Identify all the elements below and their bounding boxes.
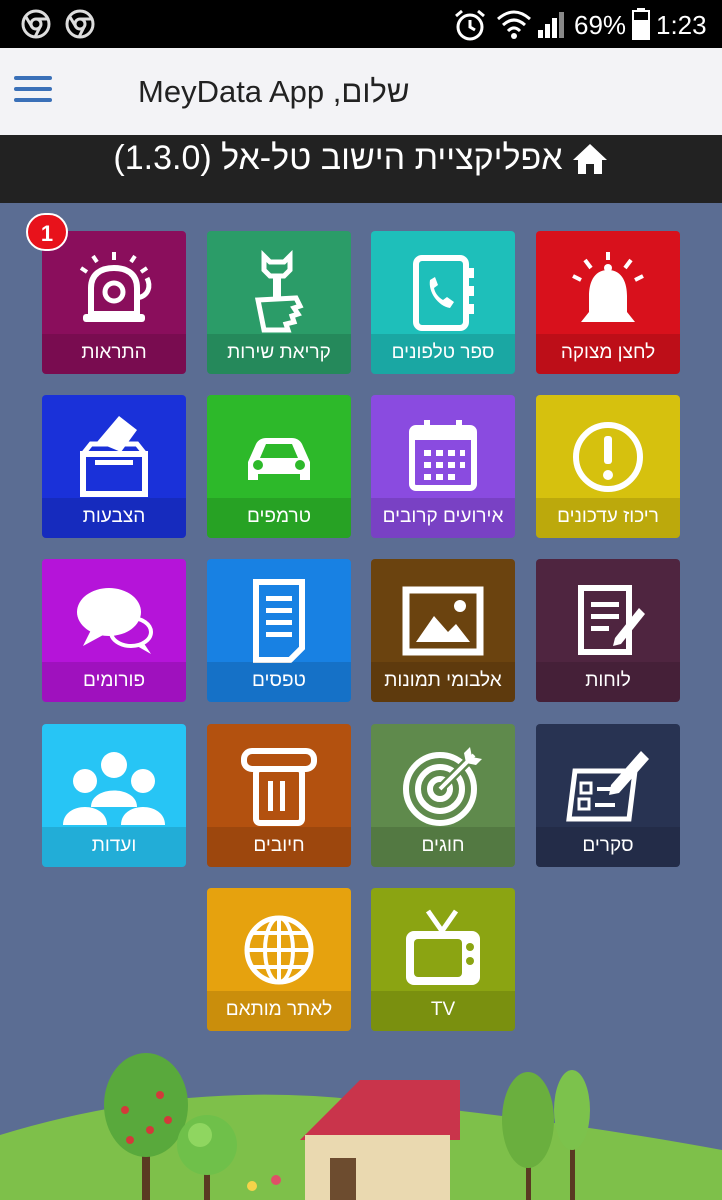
tile-label: ספר טלפונים [371, 334, 515, 374]
alarm-clock-icon [455, 9, 485, 41]
speech-bubbles-icon [77, 588, 153, 654]
app-bar: שלום, MeyData App [0, 48, 722, 135]
settlement-header: אפליקציית הישוב טל-אל (1.3.0) [0, 135, 722, 203]
tile-boards[interactable]: לוחות [536, 559, 680, 702]
globe-icon [244, 915, 314, 985]
calendar-icon [409, 420, 477, 491]
home-icon [572, 143, 607, 174]
tile-label: לאתר מותאם [207, 991, 351, 1031]
notepad-icon [578, 585, 645, 655]
page-title: אפליקציית הישוב טל-אל (1.3.0) [113, 139, 563, 177]
survey-icon [566, 751, 649, 822]
tile-rides[interactable]: טרמפים [207, 395, 351, 538]
phonebook-icon [413, 255, 474, 331]
tile-label: ועדות [42, 827, 186, 867]
wrench-hand-icon [254, 249, 304, 333]
picture-icon [402, 586, 484, 656]
ballot-box-icon [80, 416, 148, 497]
tile-label: ריכוז עדכונים [536, 498, 680, 538]
tile-label: TV [371, 991, 515, 1031]
tile-label: הצבעות [42, 498, 186, 538]
tile-forums[interactable]: פורומים [42, 559, 186, 702]
tile-surveys[interactable]: סקרים [536, 724, 680, 867]
tile-photo-albums[interactable]: אלבומי תמונות [371, 559, 515, 702]
document-icon [253, 579, 305, 663]
tile-label: קריאת שירות [207, 334, 351, 374]
tile-forms[interactable]: טפסים [207, 559, 351, 702]
tile-panic-button[interactable]: לחצן מצוקה [536, 231, 680, 374]
chrome-icon [21, 9, 51, 39]
tv-icon [406, 909, 480, 985]
tile-phonebook[interactable]: ספר טלפונים [371, 231, 515, 374]
tile-clubs[interactable]: חוגים [371, 724, 515, 867]
tile-label: אלבומי תמונות [371, 662, 515, 702]
tile-label: לחצן מצוקה [536, 334, 680, 374]
alarm-bell-icon [572, 252, 644, 322]
tile-label: חוגים [371, 827, 515, 867]
tile-custom-site[interactable]: לאתר מותאם [207, 888, 351, 1031]
signal-icon [538, 12, 564, 38]
school-bell-icon [79, 252, 152, 322]
receipt-icon [241, 748, 317, 826]
app-title: שלום, MeyData App [138, 74, 410, 109]
tile-tv[interactable]: TV [371, 888, 515, 1031]
car-icon [248, 438, 310, 480]
tile-charges[interactable]: חיובים [207, 724, 351, 867]
tile-upcoming-events[interactable]: אירועים קרובים [371, 395, 515, 538]
battery-level: 69% [574, 10, 627, 40]
target-icon [403, 747, 482, 826]
status-bar: 69% 1:23 [0, 0, 722, 48]
hamburger-menu-icon[interactable] [14, 76, 52, 106]
tile-label: טרמפים [207, 498, 351, 538]
tile-votes[interactable]: הצבעות [42, 395, 186, 538]
clock: 1:23 [656, 10, 707, 40]
tile-service-call[interactable]: קריאת שירות [207, 231, 351, 374]
tile-label: חיובים [207, 827, 351, 867]
tile-label: טפסים [207, 662, 351, 702]
notification-badge: 1 [26, 213, 68, 251]
tile-alerts[interactable]: התראות [42, 231, 186, 374]
chrome-icon [65, 9, 95, 39]
wifi-icon [497, 10, 531, 39]
tile-label: התראות [42, 334, 186, 374]
tile-label: פורומים [42, 662, 186, 702]
battery-icon [632, 8, 650, 40]
tile-label: אירועים קרובים [371, 498, 515, 538]
tile-label: לוחות [536, 662, 680, 702]
exclamation-icon [573, 422, 643, 492]
village-illustration [0, 1053, 722, 1200]
tile-label: סקרים [536, 827, 680, 867]
tile-updates[interactable]: ריכוז עדכונים [536, 395, 680, 538]
group-icon [63, 752, 165, 825]
tile-committees[interactable]: ועדות [42, 724, 186, 867]
